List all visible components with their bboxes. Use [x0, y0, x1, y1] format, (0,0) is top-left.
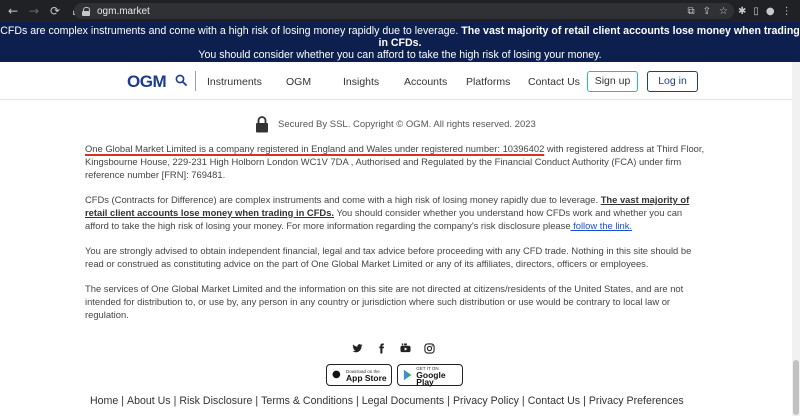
- risk-warning-text: CFDs are complex instruments and come wi…: [0, 25, 459, 37]
- extensions-icon[interactable]: ✱: [738, 6, 746, 17]
- google-play-badge[interactable]: GET IT ON Google Play: [397, 364, 463, 386]
- advice-paragraph: You are strongly advised to obtain indep…: [85, 245, 692, 269]
- instagram-icon[interactable]: [424, 343, 435, 354]
- side-panel-icon[interactable]: ▯: [753, 6, 759, 17]
- nav-platforms[interactable]: Platforms: [466, 76, 510, 88]
- ssl-copyright-text: Secured By SSL. Copyright © OGM. All rig…: [278, 119, 536, 130]
- nav-contact-us[interactable]: Contact Us: [528, 76, 580, 88]
- registration-number-highlight: One Global Market Limited is a company r…: [85, 143, 545, 154]
- nav-accounts[interactable]: Accounts: [404, 76, 447, 88]
- address-url: ogm.market: [97, 5, 150, 17]
- facebook-icon[interactable]: [376, 343, 387, 354]
- social-links: [352, 343, 435, 354]
- twitter-icon[interactable]: [352, 343, 363, 354]
- browser-toolbar: ← → ⟳ ⌂ ogm.market ⧉ ⇪ ☆ ✱ ▯ ● ⋮: [0, 0, 800, 22]
- bookmark-star-icon[interactable]: ☆: [719, 6, 728, 17]
- google-play-icon: [403, 369, 412, 381]
- company-registration-paragraph: One Global Market Limited is a company r…: [85, 143, 705, 181]
- nav-instruments[interactable]: Instruments: [207, 76, 262, 88]
- apple-icon: ●: [332, 369, 341, 380]
- signup-button[interactable]: Sign up: [587, 71, 638, 92]
- footer-link-privacy-policy[interactable]: Privacy Policy: [450, 395, 522, 407]
- app-store-label: App Store: [346, 373, 387, 383]
- profile-icon[interactable]: ●: [766, 6, 775, 17]
- reload-icon[interactable]: ⟳: [47, 3, 63, 19]
- menu-kebab-icon[interactable]: ⋮: [782, 6, 792, 17]
- address-bar[interactable]: ogm.market ⧉ ⇪ ☆: [74, 3, 734, 19]
- share-icon[interactable]: ⇪: [703, 6, 711, 17]
- cfd-risk-paragraph: CFDs (Contracts for Difference) are comp…: [85, 194, 705, 232]
- ogm-logo[interactable]: OGM: [127, 72, 167, 92]
- app-store-badge[interactable]: ● Download on the App Store: [326, 364, 392, 386]
- ssl-lock-icon: [256, 116, 268, 133]
- cfd-risk-text-start: CFDs (Contracts for Difference) are comp…: [85, 194, 599, 205]
- footer-link-legal-documents[interactable]: Legal Documents: [359, 395, 447, 407]
- footer-links: Home | About Us | Risk Disclosure | Terms &…: [87, 395, 687, 407]
- risk-disclosure-link[interactable]: follow the link.: [571, 220, 632, 231]
- page-scrollbar[interactable]: [792, 62, 800, 416]
- google-play-label: Google Play: [416, 369, 446, 387]
- forward-icon[interactable]: →: [26, 3, 42, 19]
- nav-ogm[interactable]: OGM: [286, 76, 311, 88]
- header-divider: [195, 71, 196, 91]
- login-button[interactable]: Log in: [647, 71, 698, 92]
- nav-insights[interactable]: Insights: [343, 76, 379, 88]
- footer-link-contact-us[interactable]: Contact Us: [525, 395, 583, 407]
- search-icon[interactable]: [175, 74, 187, 86]
- translate-icon[interactable]: ⧉: [688, 6, 695, 17]
- footer-link-risk-disclosure[interactable]: Risk Disclosure: [176, 395, 255, 407]
- footer-link-terms[interactable]: Terms & Conditions: [258, 395, 356, 407]
- site-header: OGM Instruments OGM Insights Accounts Pl…: [0, 62, 800, 100]
- jurisdiction-paragraph: The services of One Global Market Limite…: [85, 283, 684, 320]
- risk-warning-line-2: You should consider whether you can affo…: [198, 49, 602, 61]
- youtube-icon[interactable]: [400, 343, 411, 354]
- risk-warning-banner: CFDs are complex instruments and come wi…: [0, 22, 800, 62]
- back-icon[interactable]: ←: [5, 3, 21, 19]
- footer-link-about-us[interactable]: About Us: [124, 395, 174, 407]
- lock-icon[interactable]: [82, 6, 91, 16]
- scrollbar-thumb[interactable]: [793, 360, 799, 415]
- risk-warning-line-1: CFDs are complex instruments and come wi…: [0, 25, 800, 49]
- footer-link-privacy-preferences[interactable]: Privacy Preferences: [586, 395, 687, 407]
- footer-link-home[interactable]: Home: [87, 395, 121, 407]
